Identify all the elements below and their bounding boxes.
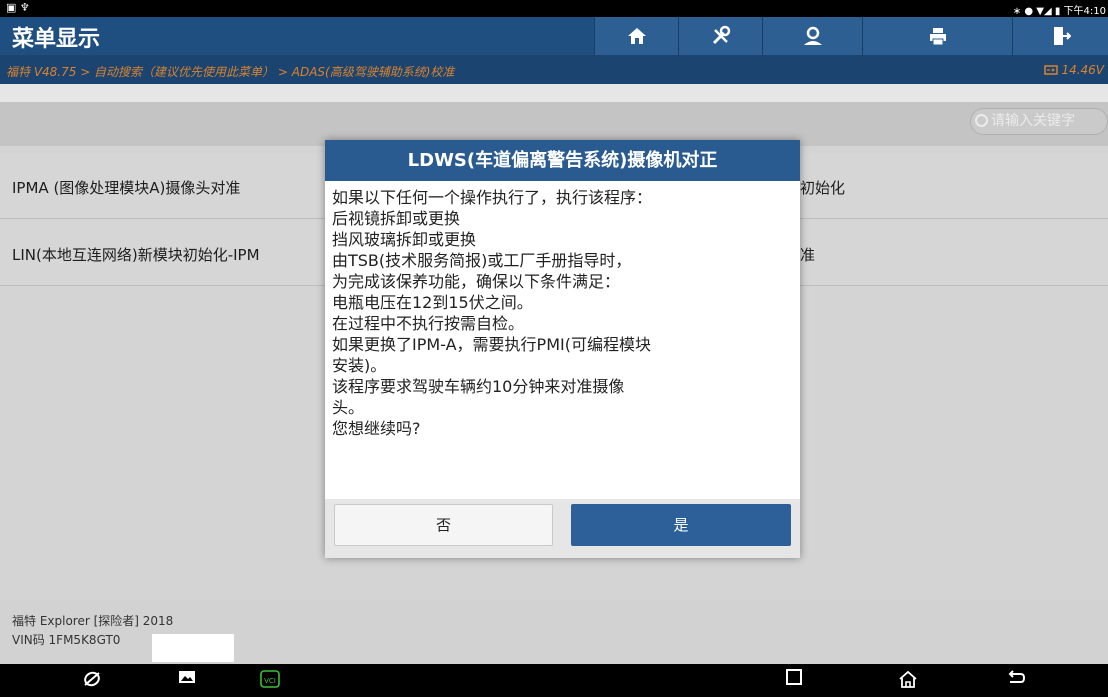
user-button[interactable] [762,17,862,55]
battery-icon [1043,65,1058,75]
vci-icon[interactable]: VCI [258,669,282,697]
breadcrumb: 福特 V48.75 > 自动搜索（建议优先使用此菜单） > ADAS(高级驾驶辅… [6,65,455,79]
dialog-title: LDWS(车道偏离警告系统)摄像机对正 [325,140,800,181]
vin-redaction [152,634,234,662]
app-header: 菜单显示 福特 V48.75 > 自动搜索（建议优先使用此菜单） > ADAS(… [0,17,1108,84]
tools-icon [712,25,730,45]
breadcrumb-bar: 福特 V48.75 > 自动搜索（建议优先使用此菜单） > ADAS(高级驾驶辅… [0,55,1108,84]
dialog-button-bar: 否 是 [325,499,800,558]
vci-label: VCI [264,677,276,685]
confirm-dialog: LDWS(车道偏离警告系统)摄像机对正 如果以下任何一个操作执行了，执行该程序：… [325,140,800,558]
home-button[interactable] [594,17,678,55]
dialog-message: 如果以下任何一个操作执行了，执行该程序： 后视镜拆卸或更换 挡风玻璃拆卸或更换 … [332,188,653,438]
home-icon [627,28,646,44]
user-icon [803,26,822,45]
vehicle-name: 福特 Explorer [探险者] 2018 [12,614,174,628]
browser-icon[interactable] [82,669,102,695]
print-button[interactable] [862,17,1012,55]
home-nav-icon[interactable] [898,669,918,695]
vehicle-info-footer: 福特 Explorer [探险者] 2018 VIN码 1FM5K8GT0 [0,600,1108,664]
status-bar: ▣ ♆ ∗ ● ▼◢ ▮ 下午4:10 [0,0,1108,17]
recent-apps-icon[interactable] [786,669,802,691]
status-right-info: ∗ ● ▼◢ ▮ 下午4:10 [1012,6,1106,17]
page-title: 菜单显示 [12,27,101,52]
print-icon [929,28,946,46]
status-left-icons: ▣ ♆ [6,1,30,14]
system-nav-bar: VCI [0,664,1108,697]
exit-icon [1053,27,1071,45]
no-button[interactable]: 否 [334,504,553,546]
yes-button[interactable]: 是 [571,504,791,546]
vin-number: VIN码 1FM5K8GT0 [12,633,121,647]
battery-voltage: 14.46V [1043,63,1104,77]
gallery-icon[interactable] [178,669,196,691]
exit-button[interactable] [1012,17,1108,55]
tools-button[interactable] [678,17,762,55]
voltage-value: 14.46V [1061,63,1104,77]
back-icon[interactable] [1006,669,1026,693]
